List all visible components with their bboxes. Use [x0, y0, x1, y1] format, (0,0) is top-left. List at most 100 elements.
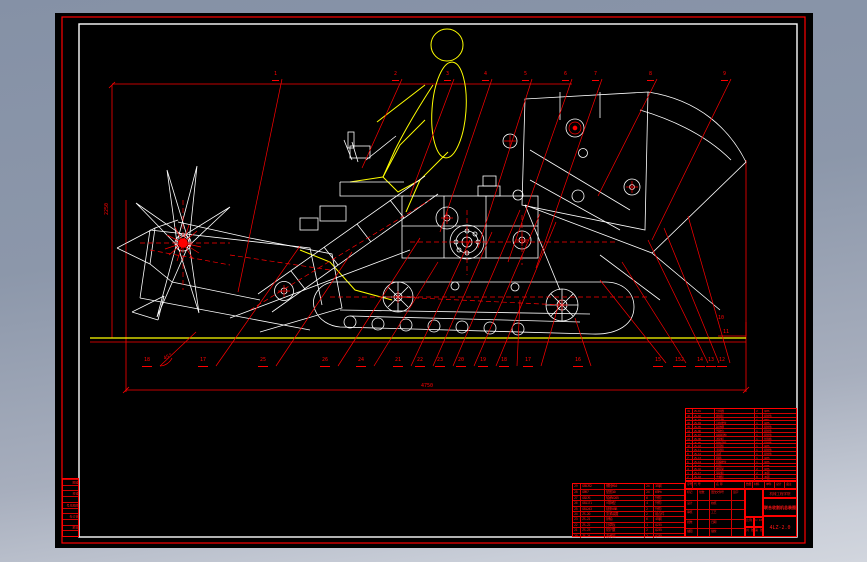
title-block-drawing-title: 联合收割机总装图	[763, 498, 797, 516]
table-cell: 组合件	[764, 440, 772, 444]
callout-6: 6	[562, 71, 570, 81]
dim-length: 4750	[421, 383, 434, 389]
table-cell: 1	[755, 459, 763, 463]
table-row: 描图 描校	[686, 528, 744, 536]
table-cell: ZS-05	[693, 425, 715, 429]
table-cell: 13	[686, 432, 693, 436]
table-cell: 2	[755, 467, 763, 471]
title-block-scale-value: 1:10	[754, 517, 763, 527]
table-cell: 24	[645, 490, 654, 495]
table-cell: 组合件	[764, 432, 772, 436]
table-row: 27 GB276 轴承6205 6 外购	[573, 494, 684, 501]
table-cell: 8	[755, 475, 763, 478]
table-cell: 35钢	[655, 484, 662, 488]
table-cell: ZS-23	[581, 528, 605, 533]
table-cell: 1	[755, 425, 763, 429]
table-row: 11 ZS-09 脱粒滚筒 1 组合件	[686, 439, 796, 444]
callout-16: 16	[573, 357, 584, 367]
table-cell	[732, 529, 744, 536]
bom-table-right: 19 ZS-01 分禾器 2 Q235 18 ZS-02 拨禾轮 1 组合件 17 ZS-03 切割器 1…	[685, 408, 797, 482]
table-cell: ZS-13	[693, 455, 715, 459]
table-cell: 输送槽	[715, 425, 755, 429]
table-cell: 1	[755, 432, 763, 436]
table-cell: 15	[686, 425, 693, 429]
callout-14: 14	[695, 357, 706, 367]
table-cell: 1	[755, 440, 763, 444]
table-row: 6 ZS-14 卸粮搅龙 1 Q235	[686, 458, 796, 463]
table-cell: Q235	[655, 522, 662, 527]
callout-15: 15	[653, 357, 664, 367]
table-cell: ZS-08	[693, 436, 715, 440]
table-cell: 45钢	[764, 475, 770, 478]
table-cell: ZS-04	[693, 421, 715, 425]
table-cell: 螺栓M10	[605, 484, 645, 490]
table-cell: 更改文件号	[710, 490, 732, 500]
table-cell: 16	[686, 421, 693, 425]
table-cell: 18	[686, 413, 693, 417]
table-cell: 1	[755, 413, 763, 417]
title-block-unit: 机械工程学院	[763, 489, 797, 498]
table-cell: 22	[573, 522, 581, 528]
table-cell: 24	[573, 512, 581, 517]
table-cell: 履带架	[715, 467, 755, 471]
table-cell: 65Mn	[764, 417, 770, 421]
table-cell: 割台搅龙	[715, 421, 755, 425]
table-cell: 支承架	[605, 533, 645, 538]
callout-152: 152	[673, 357, 687, 367]
table-cell: 14	[686, 429, 693, 432]
table-cell: 签字	[733, 490, 739, 494]
callout-5: 5	[522, 71, 530, 81]
table-cell: 1	[755, 436, 763, 440]
table-row: 9 ZS-11 清选筛 1 组合件	[686, 447, 796, 452]
table-cell: 1	[755, 455, 763, 459]
table-cell: 24	[645, 484, 654, 490]
table-cell: 清选筛	[715, 448, 755, 452]
table-cell: ZS-06	[693, 429, 715, 432]
table-cell: Q235	[655, 528, 662, 533]
callout-8: 8	[647, 71, 655, 81]
table-cell: 27	[573, 495, 581, 501]
table-cell: ZS-10	[693, 444, 715, 448]
table-cell: GB97	[581, 490, 605, 495]
table-cell: 23	[573, 517, 581, 522]
table-row: 7 ZS-13 粮箱 1 Q235	[686, 454, 796, 459]
callout-17: 17	[198, 357, 209, 367]
table-cell: Q235	[655, 533, 662, 538]
table-row: 2 ZS-18 支重轮 8 45钢	[686, 474, 796, 478]
table-cell: 组合件	[764, 452, 772, 455]
table-cell: 2	[645, 512, 654, 517]
table-cell: 支重轮	[715, 475, 755, 478]
title-block-mark-cell	[745, 489, 763, 517]
callout-21: 21	[393, 357, 404, 367]
leader-lines-top	[237, 78, 732, 293]
table-cell: 轴承6205	[605, 495, 645, 501]
table-cell: 日期	[710, 519, 732, 529]
callout-17: 17	[523, 357, 534, 367]
table-row: 13 ZS-07 操纵机构 1 组合件	[686, 431, 796, 436]
table-cell: 29	[573, 484, 581, 490]
table-cell: 驱动轮	[715, 471, 755, 475]
table-cell: 组合件	[764, 429, 772, 432]
table-cell: 1	[755, 417, 763, 421]
table-cell: 挡草板	[605, 522, 645, 528]
table-cell: 2	[645, 506, 654, 511]
table-cell: V带B型	[605, 501, 645, 506]
callout-22: 22	[415, 357, 426, 367]
table-cell: 拨禾轮	[715, 413, 755, 417]
table-cell: 65Mn	[655, 490, 662, 495]
label-11: 11	[723, 329, 730, 335]
table-cell: 描图	[686, 529, 698, 536]
table-row: 设计 校核	[686, 499, 744, 510]
table-cell: GB276	[581, 495, 605, 501]
table-cell: Q235	[764, 421, 770, 425]
table-cell: 2	[645, 528, 654, 533]
table-cell: 1	[755, 444, 763, 448]
table-cell: 9	[686, 448, 693, 452]
table-cell: 外购件	[764, 436, 772, 440]
table-row: 3 ZS-17 驱动轮 2 45钢	[686, 470, 796, 475]
table-row: 4 ZS-16 履带架 2 Q235	[686, 466, 796, 471]
table-row: 18 ZS-02 拨禾轮 1 组合件	[686, 412, 796, 417]
table-cell: ZS-24	[581, 533, 605, 538]
table-row: 10 ZS-10 导流板 1 Q235	[686, 443, 796, 448]
margin-strip: 描图 描校 底图总号 装订处 日期	[62, 478, 79, 537]
